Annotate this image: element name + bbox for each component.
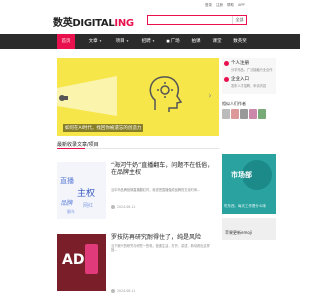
section-divider [57,148,219,149]
sidebar-item-enterprise[interactable]: 企业入口 发布人才招聘，申请内容 [224,76,274,88]
search-input[interactable] [150,17,230,23]
nav-item-label: 课堂 [212,39,222,44]
avatar[interactable] [249,109,257,119]
people-heading: 相似人们作者 [222,101,246,106]
thumb-word: 网红 [83,203,94,209]
thumb-word: 主权 [77,189,96,199]
sidebar-item-sub: 分享作品，广泛接触行业合作 [231,68,273,72]
phone-graphic [85,244,98,274]
article-meta: 2024-06-11 [111,205,136,209]
sidebar-item-sub: 发布人才招聘，申请内容 [231,84,267,88]
sidebar-item-personal[interactable]: 个人注册 分享作品，广泛接触行业合作 [224,60,274,72]
ad-emoji[interactable]: 苹果更新emoji [222,218,276,240]
thumb-word: 翻车 [67,209,75,214]
chevron-down-icon: ▾ [126,39,129,43]
nav-item-home[interactable]: 首页 [57,34,75,49]
nav-item-award[interactable]: 数英奖 [229,34,251,49]
hero-banner[interactable]: 如何在AI时代，找回你被遗忘的创造力 › [57,58,219,136]
article-thumbnail[interactable]: AD [57,234,106,291]
avatar[interactable] [231,109,239,119]
avatar[interactable] [240,109,248,119]
list-item[interactable]: 直播 主权 品牌 网红 翻车 “海河牛奶”直播翻车，问题不在低俗，在品牌主权 当… [57,162,219,228]
user-icon [224,61,229,66]
nav-item-class[interactable]: 课堂 [208,34,226,49]
avatar[interactable] [222,109,230,119]
nav-item-jobs[interactable]: 招聘 ▾ [137,34,159,49]
chevron-right-icon[interactable]: › [205,90,215,102]
article-date: 2024-06-11 [117,289,136,293]
search-bar: 全部 [147,15,247,25]
logo-en: DIGITAL [72,18,115,29]
article-summary: 当中市品牌营销直播翻红时，就说把直播做成品牌的文化时间… [111,188,201,192]
top-link-login[interactable]: 登录 [205,3,212,8]
nav-item-label: 数英奖 [233,39,247,44]
section-title: 最新收录文章/项目 [57,142,99,148]
top-link-register[interactable]: 注册 [216,3,223,8]
thumb-word: 品牌 [61,200,74,207]
article-headline[interactable]: “海河牛奶”直播翻车，问题不在低俗，在品牌主权 [111,162,215,176]
sidebar-item-title: 个人注册 [231,61,249,66]
article-meta: 2024-06-11 [111,289,136,293]
ad-market-sub: 吃东西、每天工作是什么味 [224,204,266,208]
nav-item-projects[interactable]: 项目 ▾ [111,34,133,49]
header: 登录 注册 帮助 APP 数英DIGITALING 全部 [0,0,300,34]
nav-item-label: 拍课 [191,39,201,44]
square-icon: ■ [166,39,170,43]
search-scope-button[interactable]: 全部 [232,16,246,24]
nav-item-square[interactable]: ■广场 [163,34,183,49]
thumb-word: AD [62,252,85,268]
chevron-down-icon: ▾ [99,39,102,43]
avatar[interactable] [258,109,266,119]
nav-item-label: 项目 [115,39,125,44]
ad-emoji-title: 苹果更新emoji [225,230,253,235]
sidebar-item-title: 企业入口 [231,77,249,82]
site-logo[interactable]: 数英DIGITALING [53,14,134,29]
nav-item-label: 首页 [61,39,71,44]
top-link-app[interactable]: APP [238,3,245,8]
avatar-list [222,109,276,119]
nav-item-label: 文章 [88,39,98,44]
nav-item-label: 招聘 [141,39,151,44]
building-icon [224,77,229,82]
main-nav: 首页 文章 ▾ 项目 ▾ 招聘 ▾ ■广场 拍课 课堂 数英奖 [0,34,300,49]
article-date: 2024-06-11 [117,205,136,209]
top-link-help[interactable]: 帮助 [227,3,234,8]
sidebar-entry-box: 个人注册 分享作品，广泛接触行业合作 企业入口 发布人才招聘，申请内容 [222,58,276,94]
author-avatar[interactable] [111,289,115,293]
banner-caption: 如何在AI时代，找回你被遗忘的创造力 [63,124,144,132]
list-item[interactable]: AD 罗技防再研究耐得住了，纯是风险 当下新兴的研究与研究一些电，营造生活，打开… [57,234,219,300]
nav-item-label: 广场 [170,39,180,44]
nav-item-articles[interactable]: 文章 ▾ [84,34,106,49]
sidebar: 个人注册 分享作品，广泛接触行业合作 企业入口 发布人才招聘，申请内容 相似人们… [222,58,276,119]
article-summary: 当下新兴的研究与研究一些电，营造生活，打开、讲述、新动看出这样回… [111,244,210,253]
article-headline[interactable]: 罗技防再研究耐得住了，纯是风险 [111,234,215,241]
chevron-down-icon: ▾ [152,39,155,43]
logo-cn: 数英 [53,18,73,29]
ad-market[interactable]: 市场部 吃东西、每天工作是什么味 [222,154,276,214]
article-thumbnail[interactable]: 直播 主权 品牌 网红 翻车 [57,162,106,219]
logo-ing: ING [114,18,134,29]
search-scope-label: 全部 [235,17,244,22]
ad-market-title: 市场部 [231,171,252,179]
nav-item-live[interactable]: 拍课 [187,34,205,49]
top-links: 登录 注册 帮助 APP [205,3,245,8]
thumb-word: 直播 [60,177,74,185]
author-avatar[interactable] [111,205,115,209]
